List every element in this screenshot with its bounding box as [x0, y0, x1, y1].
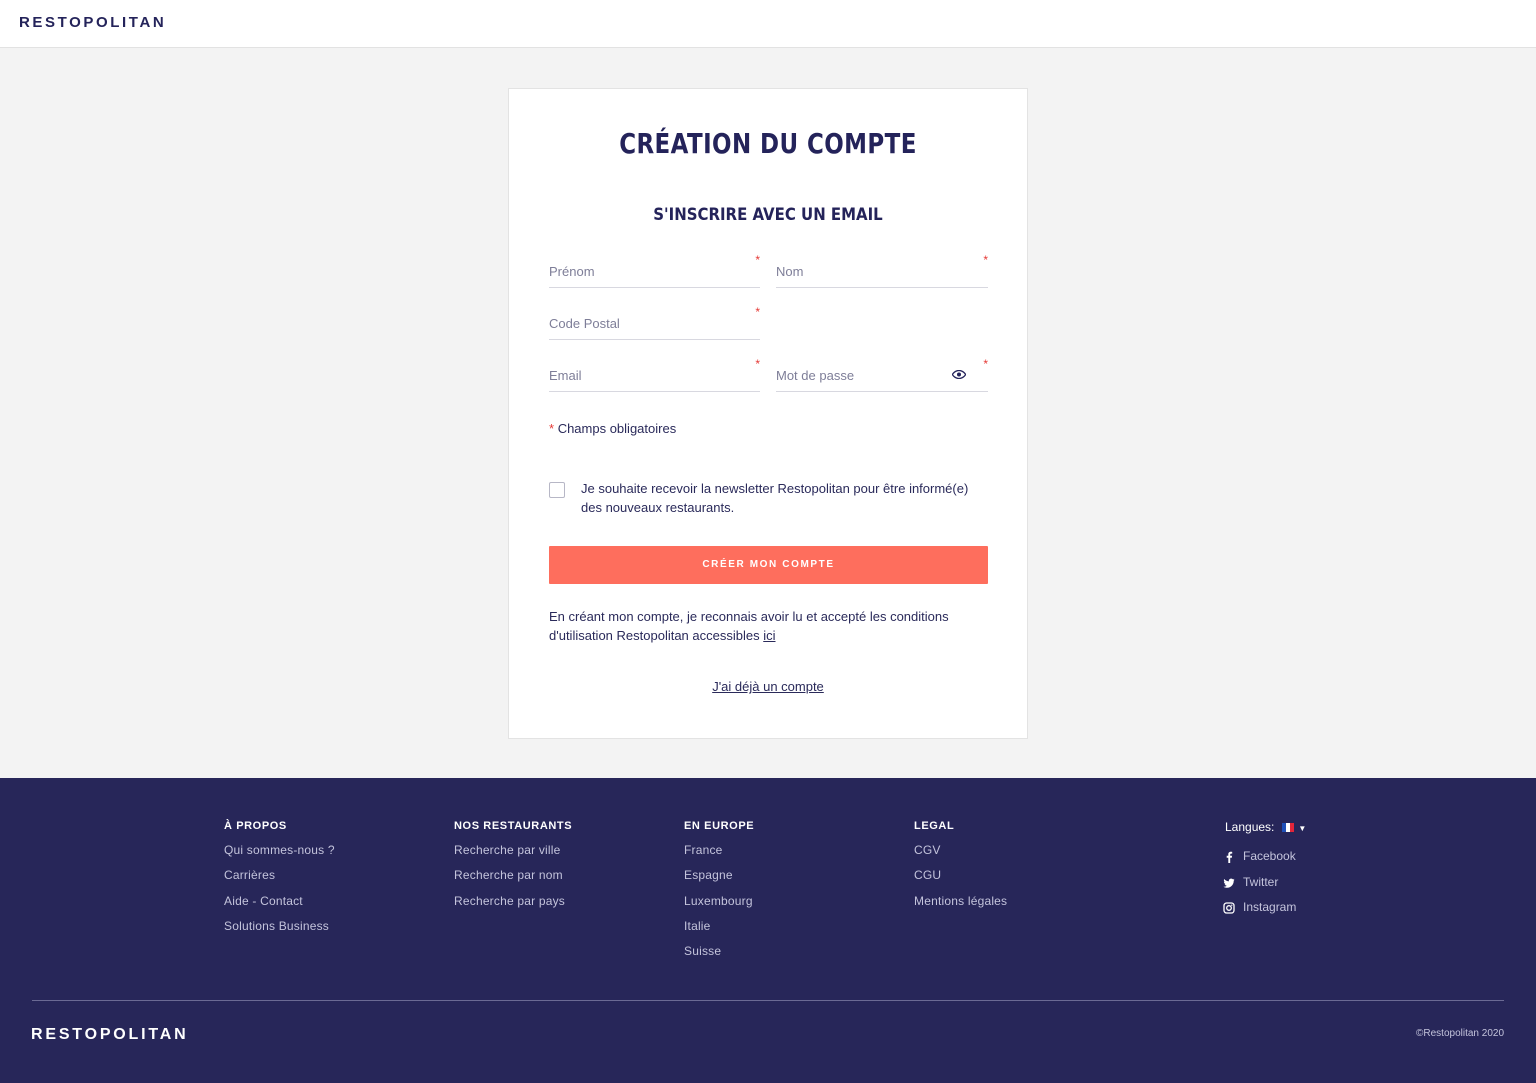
footer-link[interactable]: Qui sommes-nous ?	[224, 843, 335, 868]
social-label: Facebook	[1243, 849, 1296, 863]
footer-link[interactable]: CGV	[914, 843, 1007, 868]
footer-col-title: À PROPOS	[224, 820, 287, 832]
form-subtitle: S'INSCRIRE AVEC UN EMAIL	[653, 205, 883, 225]
social-label: Instagram	[1243, 900, 1297, 914]
required-star: *	[755, 305, 760, 319]
footer-col-restaurants: NOS RESTAURANTS Recherche par ville Rech…	[454, 820, 572, 919]
footer-link[interactable]: France	[684, 843, 754, 868]
terms-link[interactable]: ici	[763, 628, 775, 643]
lastname-input[interactable]	[776, 264, 956, 279]
footer-link[interactable]: Aide - Contact	[224, 894, 335, 919]
lastname-field: *	[776, 253, 988, 288]
login-link[interactable]: J'ai déjà un compte	[712, 679, 824, 694]
postal-code-input[interactable]	[549, 316, 729, 331]
footer-link[interactable]: Mentions légales	[914, 894, 1007, 919]
footer-link[interactable]: Recherche par pays	[454, 894, 572, 919]
eye-icon[interactable]	[952, 370, 966, 379]
footer-link[interactable]: Recherche par ville	[454, 843, 572, 868]
footer-divider	[32, 1000, 1504, 1001]
required-star: *	[983, 253, 988, 267]
top-bar: RESTOPOLITAN	[0, 0, 1536, 48]
footer: À PROPOS Qui sommes-nous ? Carrières Aid…	[0, 778, 1536, 1083]
social-instagram[interactable]: Instagram	[1223, 900, 1296, 926]
footer-col-title: EN EUROPE	[684, 820, 755, 832]
newsletter-label[interactable]: Je souhaite recevoir la newsletter Resto…	[581, 479, 991, 517]
postal-field: *	[549, 305, 760, 340]
france-flag-icon	[1282, 823, 1295, 832]
create-account-button[interactable]: CRÉER MON COMPTE	[549, 546, 988, 584]
page-title: CRÉATION DU COMPTE	[619, 127, 917, 160]
newsletter-checkbox[interactable]	[549, 482, 565, 498]
required-star: *	[983, 357, 988, 371]
footer-link[interactable]: Espagne	[684, 868, 754, 893]
social-links: Facebook Twitter Instagram	[1223, 849, 1296, 926]
footer-col-legal: LEGAL CGV CGU Mentions légales	[914, 820, 1007, 919]
terms-text: En créant mon compte, je reconnais avoir…	[549, 607, 989, 645]
footer-col-about: À PROPOS Qui sommes-nous ? Carrières Aid…	[224, 820, 335, 944]
footer-link[interactable]: Luxembourg	[684, 894, 754, 919]
footer-logo[interactable]: RESTOPOLITAN	[31, 1026, 188, 1044]
footer-link[interactable]: Italie	[684, 919, 754, 944]
footer-link[interactable]: CGU	[914, 868, 1007, 893]
required-star: *	[549, 421, 555, 436]
caret-down-icon: ▼	[1298, 824, 1307, 833]
footer-link[interactable]: Suisse	[684, 944, 754, 969]
footer-col-title: NOS RESTAURANTS	[454, 820, 573, 832]
header-logo[interactable]: RESTOPOLITAN	[19, 14, 166, 31]
social-facebook[interactable]: Facebook	[1223, 849, 1296, 875]
social-twitter[interactable]: Twitter	[1223, 875, 1296, 901]
instagram-icon	[1223, 902, 1235, 914]
email-field: *	[549, 357, 760, 392]
password-field: *	[776, 357, 988, 392]
terms-copy: En créant mon compte, je reconnais avoir…	[549, 609, 949, 643]
language-label: Langues:	[1225, 820, 1275, 834]
login-link-wrap: J'ai déjà un compte	[509, 679, 1027, 694]
language-selector[interactable]: Langues: ▼	[1225, 820, 1306, 834]
twitter-icon	[1223, 878, 1235, 888]
footer-col-title: LEGAL	[914, 820, 955, 832]
facebook-icon	[1226, 851, 1233, 863]
firstname-field: *	[549, 253, 760, 288]
social-label: Twitter	[1243, 874, 1279, 889]
copyright: ©Restopolitan 2020	[1416, 1028, 1504, 1039]
password-input[interactable]	[776, 368, 956, 383]
required-note-text: Champs obligatoires	[557, 421, 677, 436]
required-star: *	[755, 253, 760, 267]
email-input[interactable]	[549, 368, 729, 383]
firstname-input[interactable]	[549, 264, 729, 279]
required-fields-note: * Champs obligatoires	[549, 421, 676, 436]
signup-card: CRÉATION DU COMPTE S'INSCRIRE AVEC UN EM…	[508, 88, 1028, 739]
footer-col-europe: EN EUROPE France Espagne Luxembourg Ital…	[684, 820, 754, 969]
required-star: *	[755, 357, 760, 371]
footer-link[interactable]: Solutions Business	[224, 919, 335, 944]
footer-link[interactable]: Recherche par nom	[454, 868, 572, 893]
footer-link[interactable]: Carrières	[224, 868, 335, 893]
